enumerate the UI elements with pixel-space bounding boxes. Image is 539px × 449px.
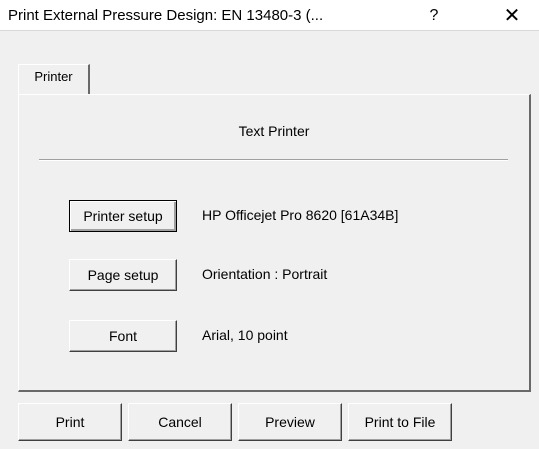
preview-button[interactable]: Preview xyxy=(238,403,342,441)
window-title: Print External Pressure Design: EN 13480… xyxy=(8,7,324,24)
orientation-value: Orientation : Portrait xyxy=(202,266,328,282)
separator xyxy=(39,159,508,161)
printer-setup-button[interactable]: Printer setup xyxy=(69,200,177,232)
print-to-file-button[interactable]: Print to File xyxy=(348,403,452,441)
tab-printer[interactable]: Printer xyxy=(18,64,90,94)
printer-type-label: Text Printer xyxy=(238,123,310,139)
title-bar: Print External Pressure Design: EN 13480… xyxy=(0,0,539,31)
printer-name-value: HP Officejet Pro 8620 [61A34B] xyxy=(202,207,399,223)
cancel-button[interactable]: Cancel xyxy=(128,403,232,441)
page-setup-button[interactable]: Page setup xyxy=(69,259,177,291)
close-icon[interactable]: ✕ xyxy=(492,3,532,29)
print-button[interactable]: Print xyxy=(18,403,122,441)
font-button[interactable]: Font xyxy=(69,320,177,352)
font-value: Arial, 10 point xyxy=(202,327,288,343)
help-icon[interactable]: ? xyxy=(414,3,454,29)
